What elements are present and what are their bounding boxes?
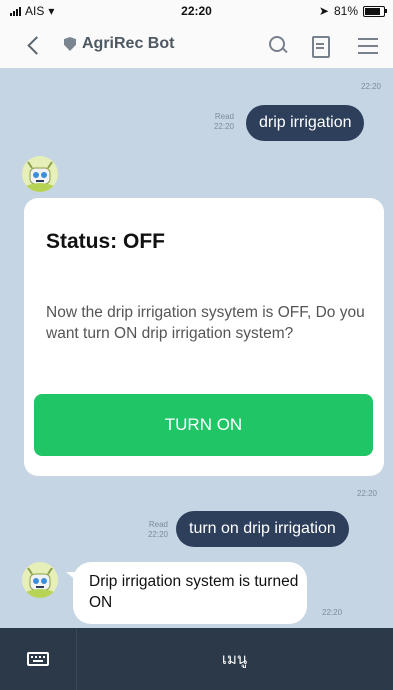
- battery-icon: [363, 5, 387, 17]
- timestamp: 22:20: [360, 82, 381, 91]
- message-time: 22:20: [213, 122, 234, 131]
- robot-icon: [26, 567, 54, 598]
- bottom-bar: เมนู: [0, 628, 393, 690]
- notes-icon[interactable]: [308, 34, 332, 58]
- status-bar: AIS ▾ 22:20 ➤ 81%: [0, 0, 393, 22]
- chat-title: AgriRec Bot: [82, 35, 175, 52]
- read-receipt: Read: [214, 112, 234, 121]
- back-button[interactable]: [20, 32, 46, 58]
- keyboard-button[interactable]: [0, 628, 77, 690]
- message-meta: Read 22:20: [200, 112, 234, 132]
- battery-percent: 81%: [333, 4, 358, 18]
- read-receipt: Read: [148, 520, 168, 529]
- chat-header: AgriRec Bot: [0, 22, 393, 68]
- bot-avatar[interactable]: [22, 562, 58, 598]
- bot-avatar[interactable]: [22, 156, 58, 192]
- location-icon: ➤: [318, 4, 329, 18]
- rich-menu-toggle[interactable]: เมนู: [76, 628, 393, 690]
- menu-icon[interactable]: [356, 34, 380, 58]
- robot-icon: [26, 161, 54, 192]
- chat-screen: AIS ▾ 22:20 ➤ 81% AgriRec Bot 22:20 Read…: [0, 0, 393, 690]
- outgoing-message[interactable]: drip irrigation: [246, 105, 365, 141]
- turn-on-button[interactable]: TURN ON: [34, 394, 373, 456]
- incoming-message-text: Drip irrigation system is turned ON: [89, 573, 299, 611]
- card-body: Now the drip irrigation sysytem is OFF, …: [46, 304, 365, 342]
- message-time: 22:20: [322, 608, 343, 617]
- keyboard-icon: [27, 652, 49, 666]
- status-right: ➤ 81%: [318, 4, 387, 18]
- search-icon[interactable]: [266, 34, 290, 58]
- timestamp: 22:20: [356, 489, 377, 498]
- message-time: 22:20: [147, 530, 168, 539]
- shield-icon: [64, 37, 76, 51]
- card-title: Status: OFF: [46, 230, 165, 253]
- outgoing-message[interactable]: turn on drip irrigation: [176, 511, 349, 547]
- status-card: Status: OFF Now the drip irrigation sysy…: [24, 198, 384, 476]
- incoming-message[interactable]: Drip irrigation system is turned ON: [73, 562, 307, 624]
- message-meta: Read 22:20: [132, 520, 168, 540]
- chat-title-group: AgriRec Bot: [64, 35, 174, 53]
